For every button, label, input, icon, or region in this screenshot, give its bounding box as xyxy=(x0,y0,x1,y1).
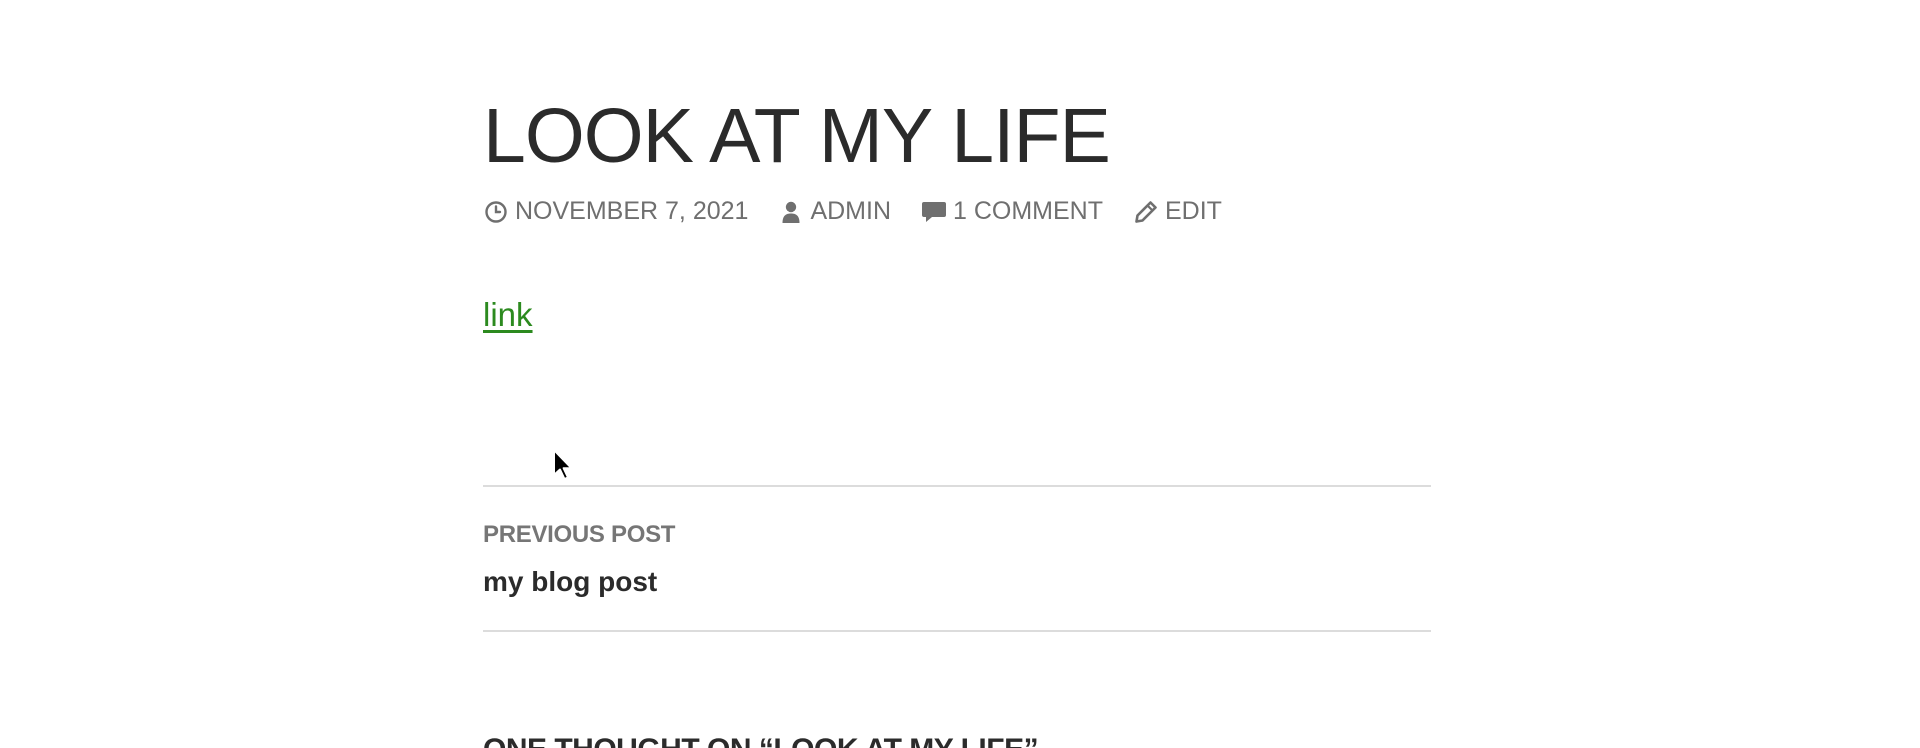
comments-heading: ONE THOUGHT ON “LOOK AT MY LIFE” xyxy=(483,733,1039,748)
post-navigation-divider-top xyxy=(483,485,1431,487)
previous-post-label: PREVIOUS POST xyxy=(483,521,676,548)
post-edit-link[interactable]: EDIT xyxy=(1133,197,1222,226)
mouse-cursor-icon xyxy=(552,448,574,482)
post-date-link[interactable]: NOVEMBER 7, 2021 xyxy=(483,197,748,226)
post-author: ADMIN xyxy=(810,197,891,225)
post-navigation-divider-bottom xyxy=(483,630,1431,632)
pencil-icon xyxy=(1133,199,1159,225)
post-title: LOOK AT MY LIFE xyxy=(483,93,1111,179)
comment-icon xyxy=(921,199,947,225)
user-icon xyxy=(778,199,804,225)
page: LOOK AT MY LIFE NOVEMBER 7, 2021 ADMIN 1… xyxy=(0,0,1920,748)
post-edit-label: EDIT xyxy=(1165,197,1222,225)
post-comments-count: 1 COMMENT xyxy=(953,197,1103,225)
post-comments-link[interactable]: 1 COMMENT xyxy=(921,197,1103,226)
previous-post-link[interactable]: my blog post xyxy=(483,566,657,598)
post-date: NOVEMBER 7, 2021 xyxy=(515,197,749,225)
clock-icon xyxy=(483,199,509,225)
post-body-link[interactable]: link xyxy=(483,296,533,334)
post-meta: NOVEMBER 7, 2021 ADMIN 1 COMMENT EDIT xyxy=(483,197,1222,226)
post-author-link[interactable]: ADMIN xyxy=(778,197,891,226)
